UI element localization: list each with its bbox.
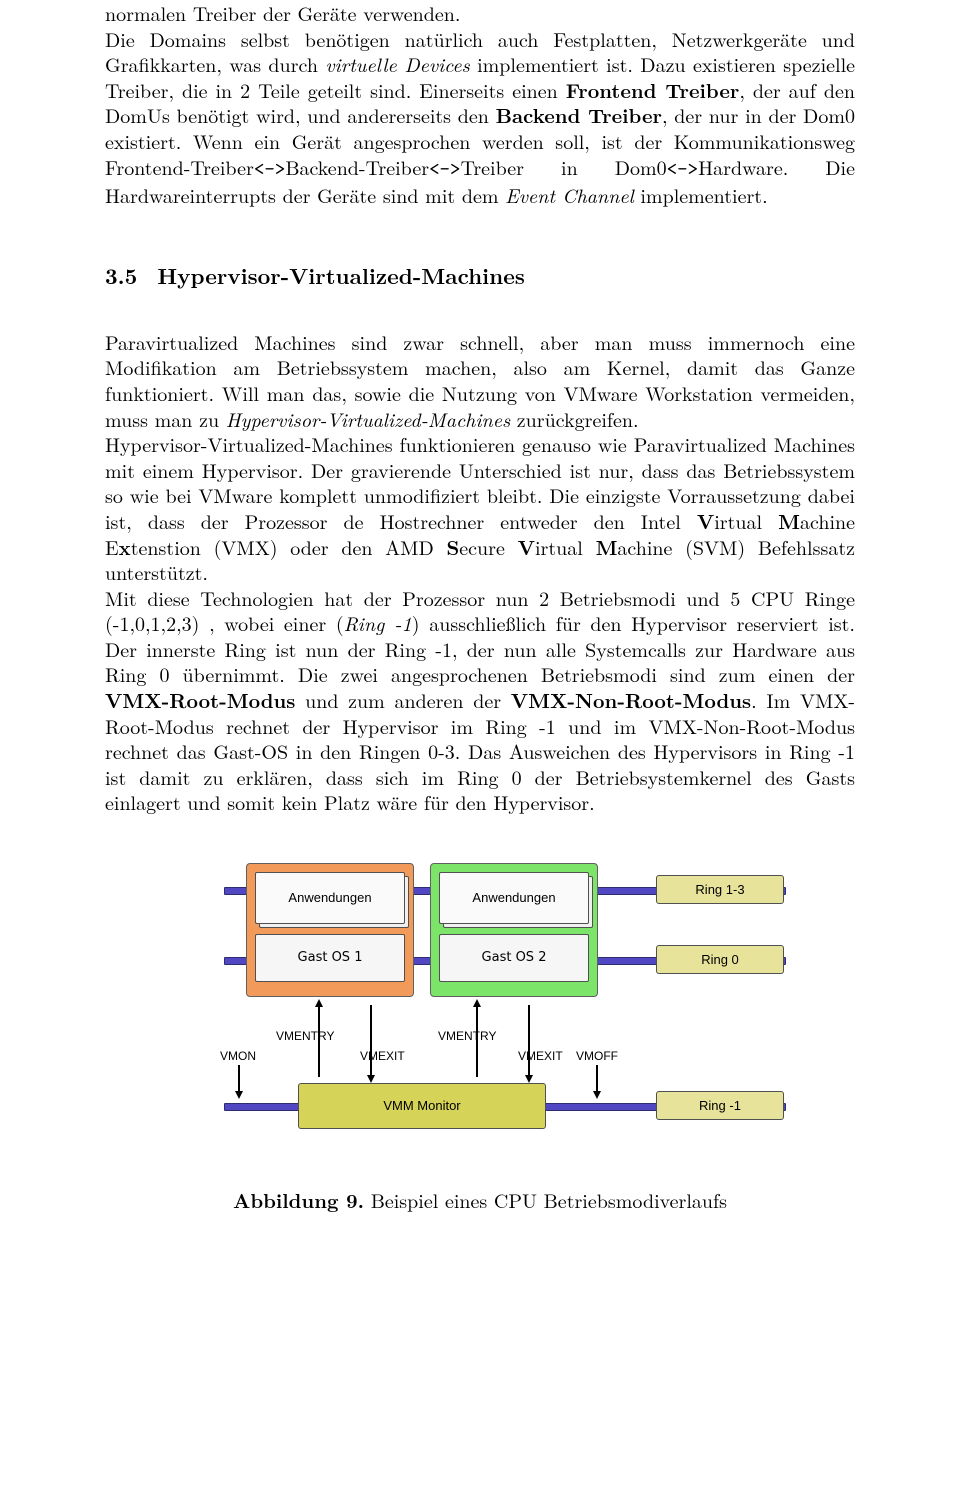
vmoff-label: VMOFF	[576, 1049, 618, 1063]
event-channel-term: Event Channel	[505, 180, 634, 209]
figure-caption-text: Beispiel eines CPU Betriebsmodiverlaufs	[364, 1185, 727, 1214]
gast-os-1-label: Gast OS 1	[255, 934, 405, 982]
arrow-glyph: <->	[667, 156, 699, 182]
vmon-arrow-icon	[238, 1065, 240, 1093]
cpu-mode-diagram: Anwendungen Gast OS 1 Anwendungen Gast O…	[176, 857, 784, 1147]
arrow-glyph: <->	[429, 156, 461, 182]
gast-os-1-box: Anwendungen Gast OS 1	[246, 863, 414, 997]
gast-os-2-label: Gast OS 2	[439, 934, 589, 982]
section-title: Hypervisor-Virtualized-Machines	[157, 260, 525, 291]
ring-minus1-label: Ring -1	[656, 1091, 784, 1120]
vmexit-label: VMEXIT	[518, 1049, 563, 1063]
anwendungen-stack: Anwendungen	[255, 872, 405, 924]
para-drivers: normalen Treiber der Geräte verwenden. D…	[105, 0, 855, 208]
ring-1-3-label: Ring 1-3	[656, 875, 784, 904]
svm-s: S	[447, 532, 460, 561]
vmentry-label: VMENTRY	[276, 1029, 334, 1043]
anwendungen-label: Anwendungen	[439, 872, 589, 924]
vmexit-arrow-icon-2	[528, 1005, 530, 1077]
anwendungen-label: Anwendungen	[255, 872, 405, 924]
vmexit-arrow-icon-1	[370, 1005, 372, 1077]
vmon-label: VMON	[220, 1049, 256, 1063]
vmoff-arrow-icon	[596, 1065, 598, 1093]
figure-9: Anwendungen Gast OS 1 Anwendungen Gast O…	[105, 857, 855, 1147]
ring-0-label: Ring 0	[656, 945, 784, 974]
svm-m: M	[596, 532, 618, 561]
vmexit-label: VMEXIT	[360, 1049, 405, 1063]
para-hvm: Paravirtualized Machines sind zwar schne…	[105, 329, 855, 815]
anwendungen-stack: Anwendungen	[439, 872, 589, 924]
section-heading: 3.5 Hypervisor-Virtualized-Machines	[105, 260, 855, 291]
text: implementiert.	[634, 180, 768, 209]
arrow-glyph: <->	[254, 156, 286, 182]
page: normalen Treiber der Geräte verwenden. D…	[0, 0, 960, 1512]
text: Treiber in Dom0	[461, 152, 667, 181]
text: irtual	[535, 532, 596, 561]
svm-v: V	[518, 532, 535, 561]
figure-caption: Abbildung 9. Beispiel eines CPU Betriebs…	[105, 1185, 855, 1214]
vmm-monitor-box: VMM Monitor	[298, 1083, 546, 1129]
figure-number: Abbildung 9.	[233, 1185, 364, 1214]
section-number: 3.5	[105, 260, 137, 291]
text: Backend-Treiber	[285, 152, 429, 181]
gast-os-2-box: Anwendungen Gast OS 2	[430, 863, 598, 997]
vmentry-label: VMENTRY	[438, 1029, 496, 1043]
text: ecure	[459, 532, 517, 561]
